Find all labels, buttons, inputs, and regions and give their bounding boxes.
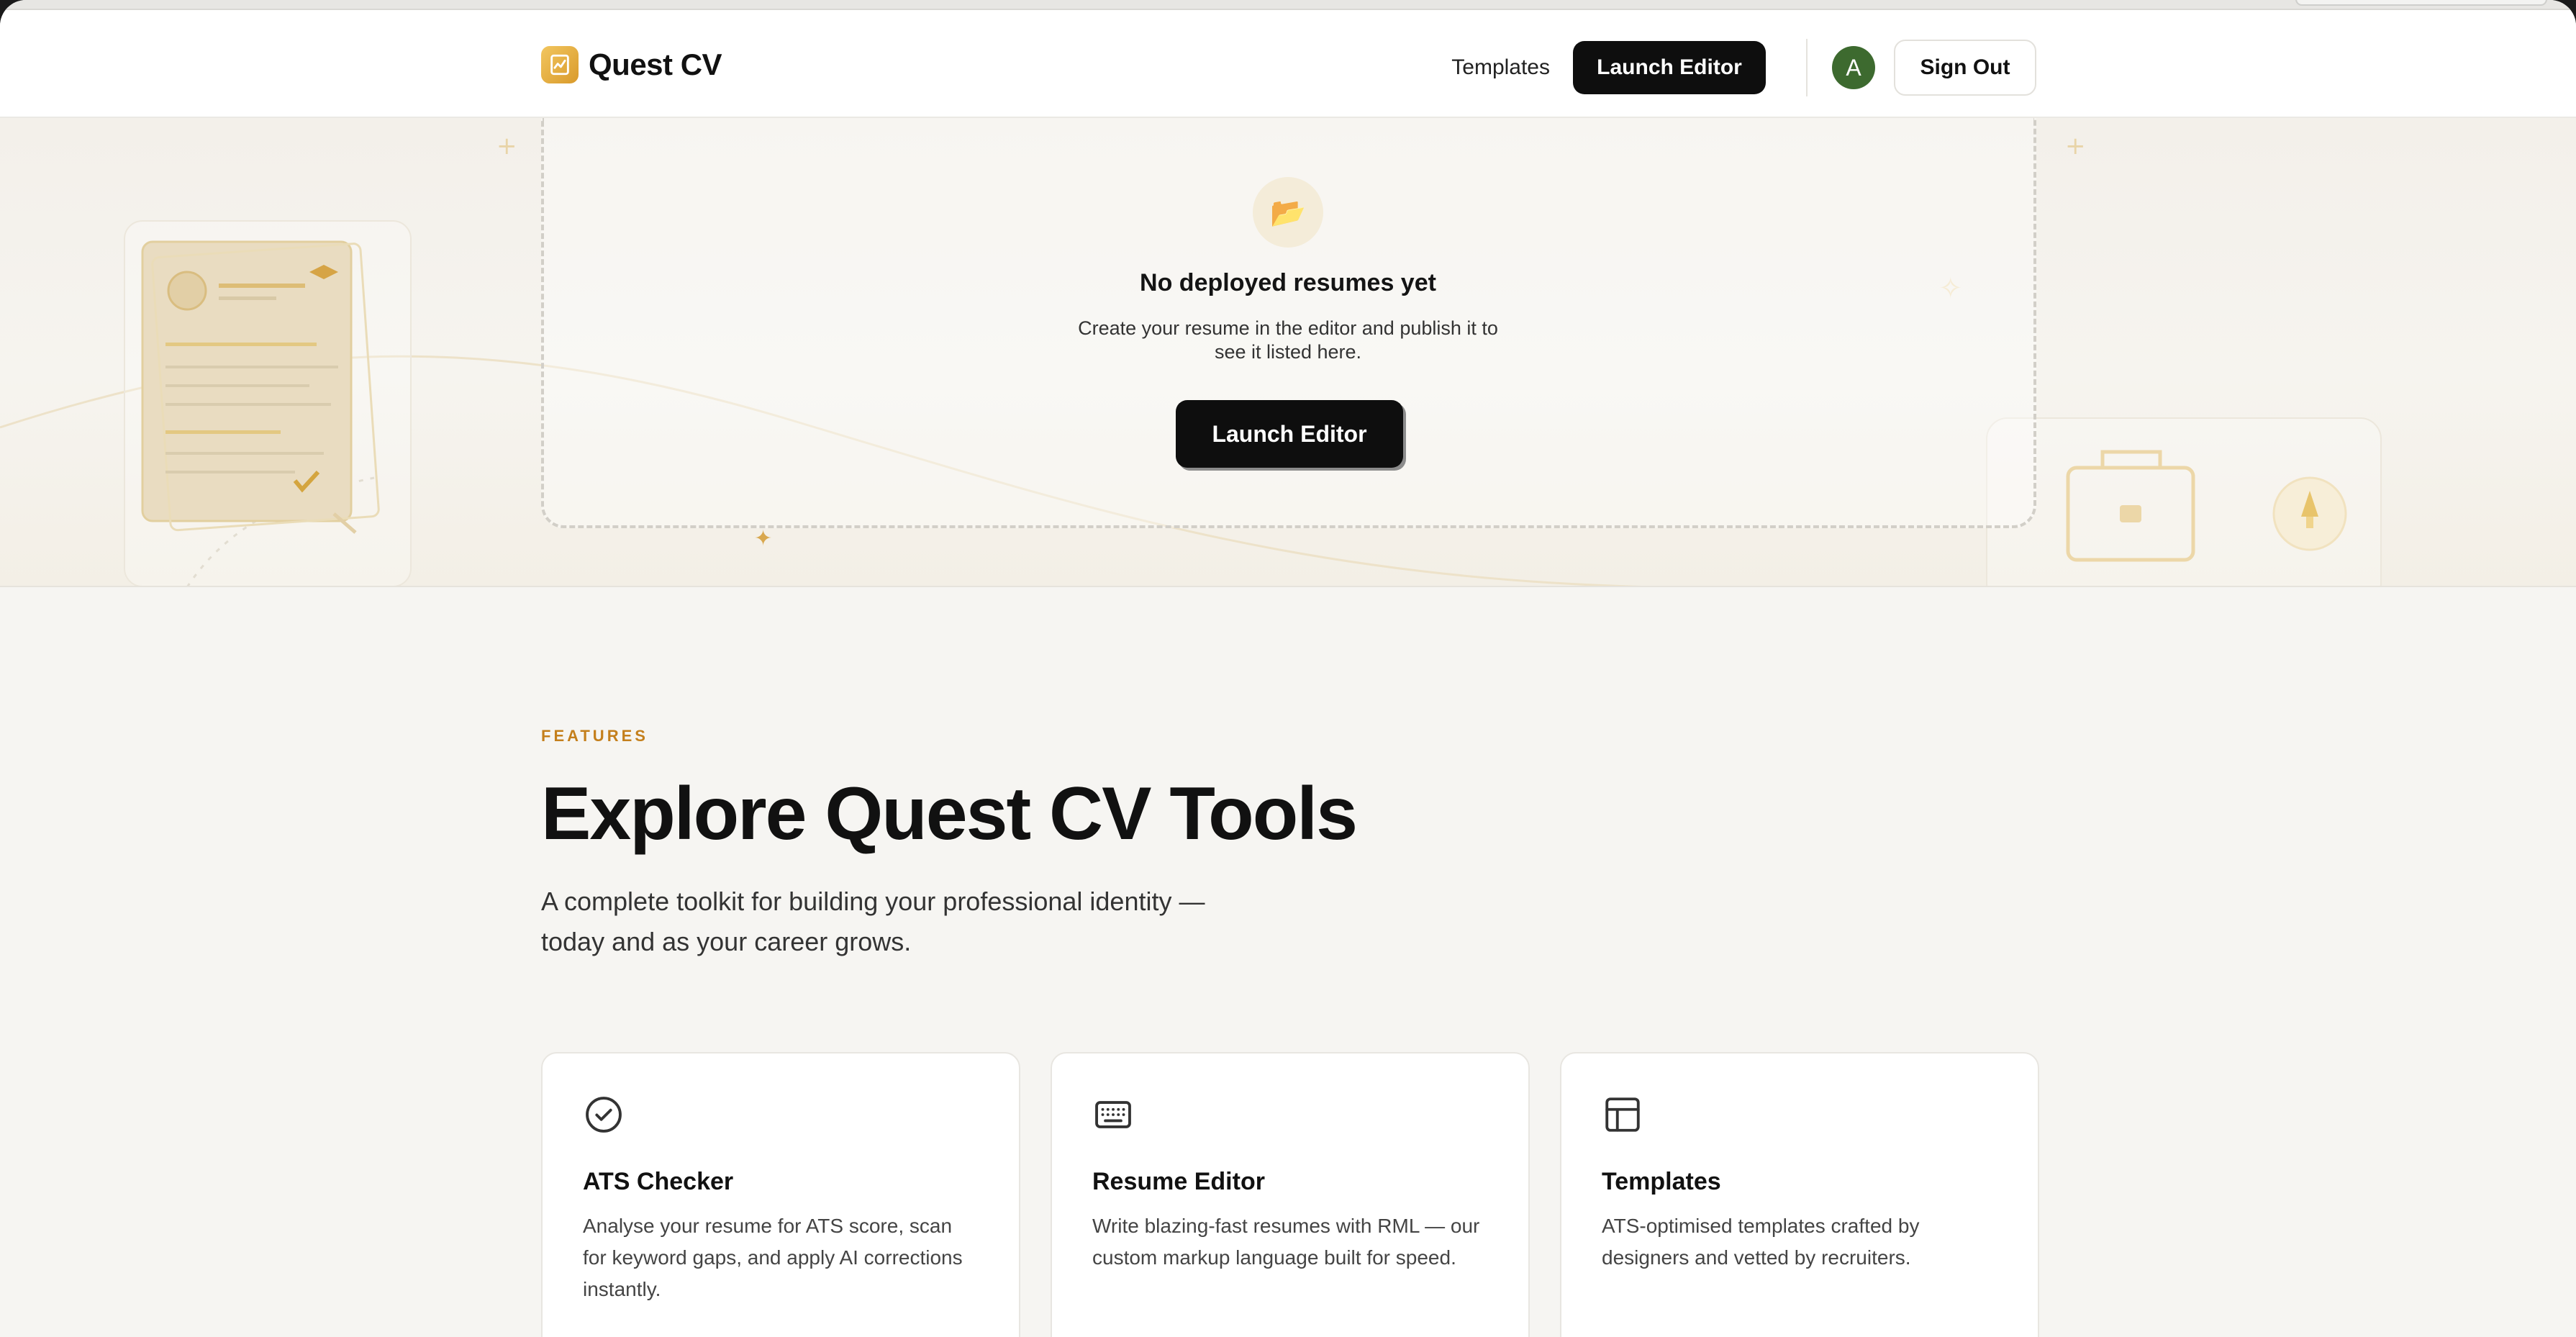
folder-icon: 📂 [1253,177,1323,248]
brand-logo-icon [541,46,579,83]
feature-card-resume-editor[interactable]: Resume Editor Write blazing-fast resumes… [1051,1052,1530,1337]
brand[interactable]: Quest CV [541,46,722,83]
site-header: Quest CV Templates Launch Editor A Sign … [0,10,2576,118]
nav-divider [1806,39,1808,96]
features-section: FEATURES Explore Quest CV Tools A comple… [541,727,2036,962]
sign-out-button[interactable]: Sign Out [1894,40,2036,96]
top-nav: Templates Launch Editor A Sign Out [1451,39,2036,96]
features-eyebrow: FEATURES [541,727,648,745]
address-bar[interactable] [2295,0,2547,6]
briefcase-illustration [1986,417,2382,586]
svg-text:✦: ✦ [754,526,772,551]
nav-launch-editor-button[interactable]: Launch Editor [1573,41,1766,94]
deployed-resumes-section: + + ✦ ✧ 📂 No deployed resumes yet Create… [0,118,2576,587]
svg-text:+: + [2065,132,2086,160]
feature-card-title: Resume Editor [1092,1168,1265,1195]
feature-cards: ATS Checker Analyse your resume for ATS … [541,1052,2039,1337]
feature-card-title: Templates [1602,1168,1721,1195]
browser-viewport: Quest CV Templates Launch Editor A Sign … [0,0,2576,1337]
feature-card-ats-checker[interactable]: ATS Checker Analyse your resume for ATS … [541,1052,1020,1337]
browser-chrome-strip [0,0,2576,10]
keyboard-icon [1095,1101,1131,1128]
layout-icon [1605,1097,1640,1132]
svg-text:+: + [496,132,517,160]
empty-state-description: Create your resume in the editor and pub… [1078,317,1498,363]
brand-name: Quest CV [589,47,722,81]
feature-card-title: ATS Checker [583,1168,734,1195]
feature-card-templates[interactable]: Templates ATS-optimised templates crafte… [1560,1052,2039,1337]
feature-card-description: Write blazing-fast resumes with RML — ou… [1092,1215,1480,1269]
check-circle-icon [586,1097,622,1133]
empty-state-title: No deployed resumes yet [1140,269,1436,296]
feature-card-description: Analyse your resume for ATS score, scan … [583,1215,963,1300]
features-title: Explore Quest CV Tools [541,772,1358,856]
nav-templates-link[interactable]: Templates [1451,55,1550,80]
user-avatar[interactable]: A [1832,46,1875,89]
empty-state-launch-editor-button[interactable]: Launch Editor [1176,400,1403,468]
feature-card-description: ATS-optimised templates crafted by desig… [1602,1215,1920,1269]
features-subtitle: A complete toolkit for building your pro… [541,887,1205,956]
